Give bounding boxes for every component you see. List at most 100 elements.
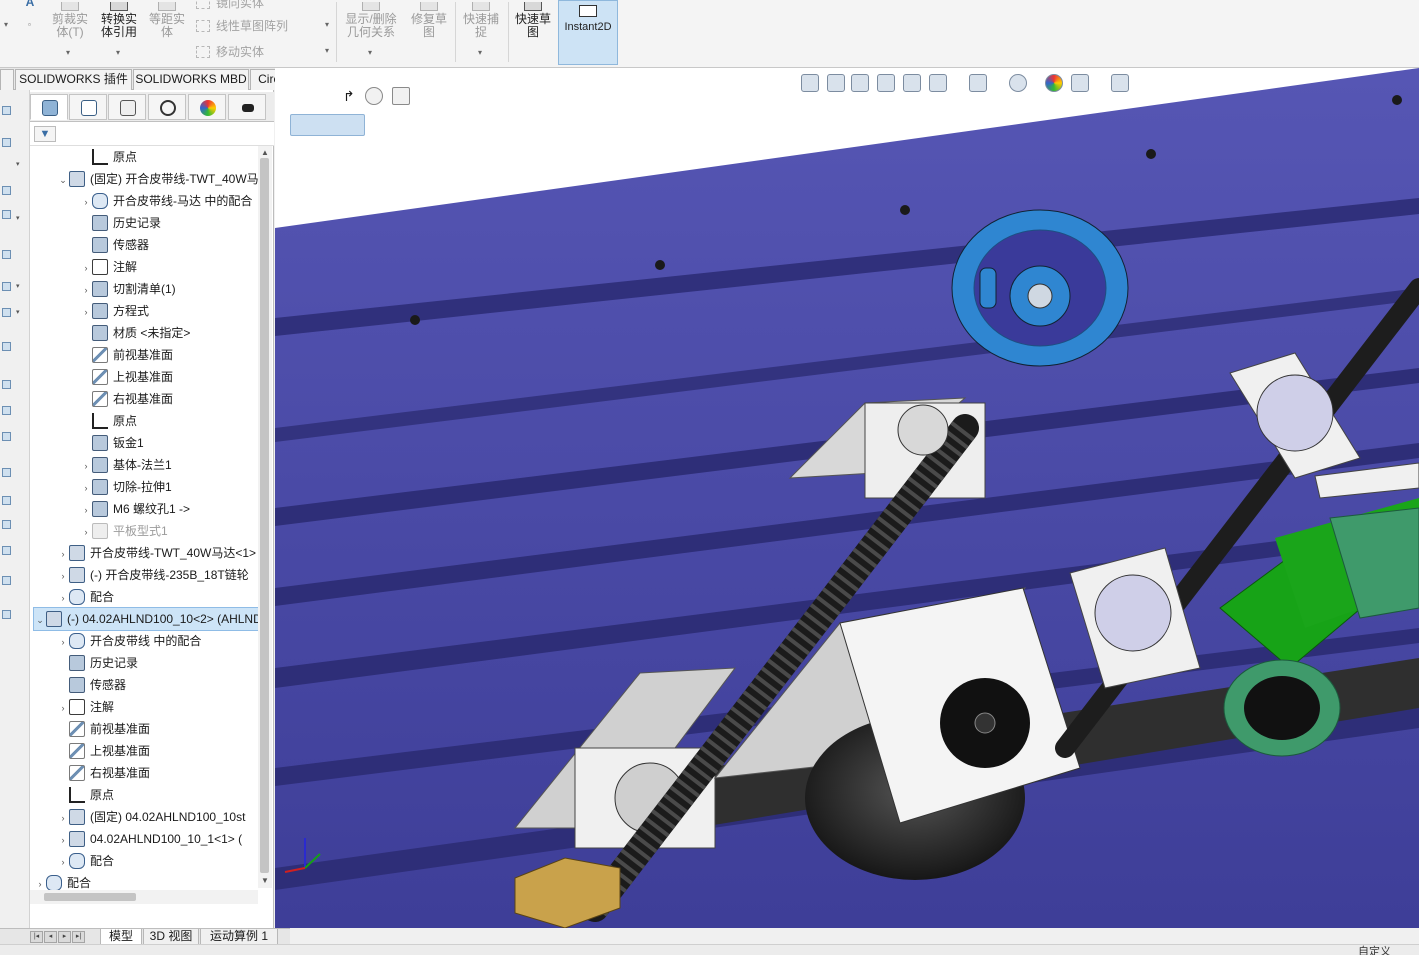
tree-item[interactable]: › 开合皮带线-TWT_40W马达<1> <box>57 542 258 564</box>
expand-arrow-icon[interactable]: › <box>57 543 69 565</box>
previous-view-icon[interactable] <box>851 74 869 92</box>
mirror-entities-button[interactable]: 镜向实体 <box>196 0 264 11</box>
tool-icon[interactable] <box>2 546 11 555</box>
tool-icon[interactable] <box>2 610 11 619</box>
expand-arrow-icon[interactable]: › <box>80 455 92 477</box>
sketch-text-button[interactable]: A <box>22 0 38 9</box>
dimension-icon[interactable] <box>392 87 410 105</box>
tree-item[interactable]: › 注解 <box>80 256 258 278</box>
chevron-down-icon[interactable]: ▾ <box>16 308 20 316</box>
zoom-to-fit-icon[interactable] <box>801 74 819 92</box>
tab-cam[interactable] <box>228 94 266 120</box>
tree-item[interactable]: 原点 <box>80 146 258 168</box>
zoom-to-area-icon[interactable] <box>827 74 845 92</box>
display-style-icon[interactable] <box>969 74 987 92</box>
instant2d-button[interactable]: Instant2D <box>558 0 618 65</box>
tab-model[interactable]: 模型 <box>100 929 142 945</box>
tree-item[interactable]: 材质 <未指定> <box>80 322 258 344</box>
offset-entities-button[interactable]: 等距实 体 <box>145 2 189 39</box>
apply-scene-icon[interactable] <box>1071 74 1089 92</box>
tree-item[interactable]: 前视基准面 <box>57 718 258 740</box>
tool-icon[interactable] <box>2 406 11 415</box>
tab-configurationmanager[interactable] <box>108 94 146 120</box>
tree-item[interactable]: › 基体-法兰1 <box>80 454 258 476</box>
tool-icon[interactable] <box>2 496 11 505</box>
expand-arrow-icon[interactable]: › <box>80 521 92 543</box>
tree-item[interactable]: 钣金1 <box>80 432 258 454</box>
view-orientation-icon[interactable] <box>929 74 947 92</box>
tool-icon[interactable] <box>2 342 11 351</box>
filter-icon[interactable]: ▼ <box>34 126 56 142</box>
expand-arrow-icon[interactable]: › <box>57 587 69 609</box>
expand-arrow-icon[interactable]: › <box>57 565 69 587</box>
tool-icon[interactable] <box>2 432 11 441</box>
expand-arrow-icon[interactable]: › <box>57 697 69 719</box>
tree-item[interactable]: ⌄ (固定) 开合皮带线-TWT_40W马达<1> <box>57 168 258 190</box>
expand-arrow-icon[interactable]: › <box>57 829 69 851</box>
move-dropdown-icon[interactable]: ▾ <box>325 46 329 55</box>
collapse-arrow-icon[interactable]: ⌄ <box>34 609 46 631</box>
display-delete-relations-button[interactable]: 显示/删除 几何关系 <box>340 2 402 39</box>
tool-icon[interactable] <box>2 186 11 195</box>
tree-item[interactable]: 上视基准面 <box>80 366 258 388</box>
redirect-arrow-icon[interactable]: ↱ <box>343 88 361 106</box>
tree-item[interactable]: › (固定) 04.02AHLND100_10st <box>57 806 258 828</box>
tree-item[interactable]: › 开合皮带线 中的配合 <box>57 630 258 652</box>
tab-previous[interactable] <box>0 69 14 90</box>
tree-item[interactable]: › 平板型式1 <box>80 520 258 542</box>
tree-item[interactable]: › M6 螺纹孔1 -> <box>80 498 258 520</box>
tree-item[interactable]: 历史记录 <box>57 652 258 674</box>
edit-appearance-icon[interactable] <box>1045 74 1063 92</box>
tree-item[interactable]: › 配合 <box>57 850 258 872</box>
tab-featuremanager[interactable] <box>30 94 68 120</box>
tree-item[interactable]: 原点 <box>80 410 258 432</box>
tab-solidworks-addins[interactable]: SOLIDWORKS 插件 <box>15 69 132 90</box>
repair-sketch-button[interactable]: 修复草 图 <box>406 2 452 39</box>
chevron-down-icon[interactable]: ▾ <box>16 214 20 222</box>
tree-item[interactable]: 传感器 <box>80 234 258 256</box>
tool-icon[interactable] <box>2 576 11 585</box>
chevron-down-icon[interactable]: ▾ <box>4 20 8 29</box>
rect-icon[interactable]: ▫ <box>28 20 31 29</box>
tree-item[interactable]: 历史记录 <box>80 212 258 234</box>
expand-arrow-icon[interactable]: › <box>80 477 92 499</box>
tool-icon[interactable] <box>2 210 11 219</box>
tree-item[interactable]: 右视基准面 <box>80 388 258 410</box>
tab-display-manager[interactable] <box>188 94 226 120</box>
linear-pattern-button[interactable]: 线性草图阵列 <box>196 17 288 34</box>
expand-arrow-icon[interactable]: › <box>80 257 92 279</box>
tool-icon[interactable] <box>2 468 11 477</box>
trim-entities-button[interactable]: 剪裁实 体(T) <box>48 2 92 39</box>
tree-item[interactable]: 前视基准面 <box>80 344 258 366</box>
tree-item[interactable]: › 方程式 <box>80 300 258 322</box>
scroll-thumb[interactable] <box>44 893 136 901</box>
scroll-thumb[interactable] <box>260 158 269 873</box>
tree-horizontal-scrollbar[interactable] <box>30 890 258 904</box>
prev-tab-icon[interactable]: ◂ <box>44 931 57 943</box>
tool-icon[interactable] <box>2 308 11 317</box>
scroll-down-icon[interactable]: ▼ <box>261 876 269 885</box>
custom-units-label[interactable]: 自定义 <box>1358 943 1391 955</box>
quick-snaps-button[interactable]: 快速捕 捉 <box>458 2 504 39</box>
expand-arrow-icon[interactable]: › <box>57 807 69 829</box>
last-tab-icon[interactable]: ▸| <box>72 931 85 943</box>
expand-arrow-icon[interactable]: › <box>57 851 69 873</box>
tree-item[interactable]: › 注解 <box>57 696 258 718</box>
tool-icon[interactable] <box>2 138 11 147</box>
tree-item[interactable]: › 切割清单(1) <box>80 278 258 300</box>
tree-item[interactable]: › (-) 开合皮带线-235B_18T链轮 <box>57 564 258 586</box>
chevron-down-icon[interactable]: ▾ <box>16 282 20 290</box>
relations-dropdown-icon[interactable]: ▾ <box>368 48 372 57</box>
tree-item[interactable]: 上视基准面 <box>57 740 258 762</box>
scroll-up-icon[interactable]: ▲ <box>261 148 269 157</box>
target-circle-icon[interactable] <box>365 87 383 105</box>
dynamic-annotation-icon[interactable] <box>903 74 921 92</box>
tree-item[interactable]: › 04.02AHLND100_10_1<1> ( <box>57 828 258 850</box>
expand-arrow-icon[interactable]: › <box>80 301 92 323</box>
tab-motion-study[interactable]: 运动算例 1 <box>200 929 278 945</box>
snaps-dropdown-icon[interactable]: ▾ <box>478 48 482 57</box>
convert-entities-button[interactable]: 转换实 体引用 <box>95 2 143 39</box>
pattern-dropdown-icon[interactable]: ▾ <box>325 20 329 29</box>
tree-item[interactable]: › 切除-拉伸1 <box>80 476 258 498</box>
move-entities-button[interactable]: 移动实体 <box>196 43 264 60</box>
